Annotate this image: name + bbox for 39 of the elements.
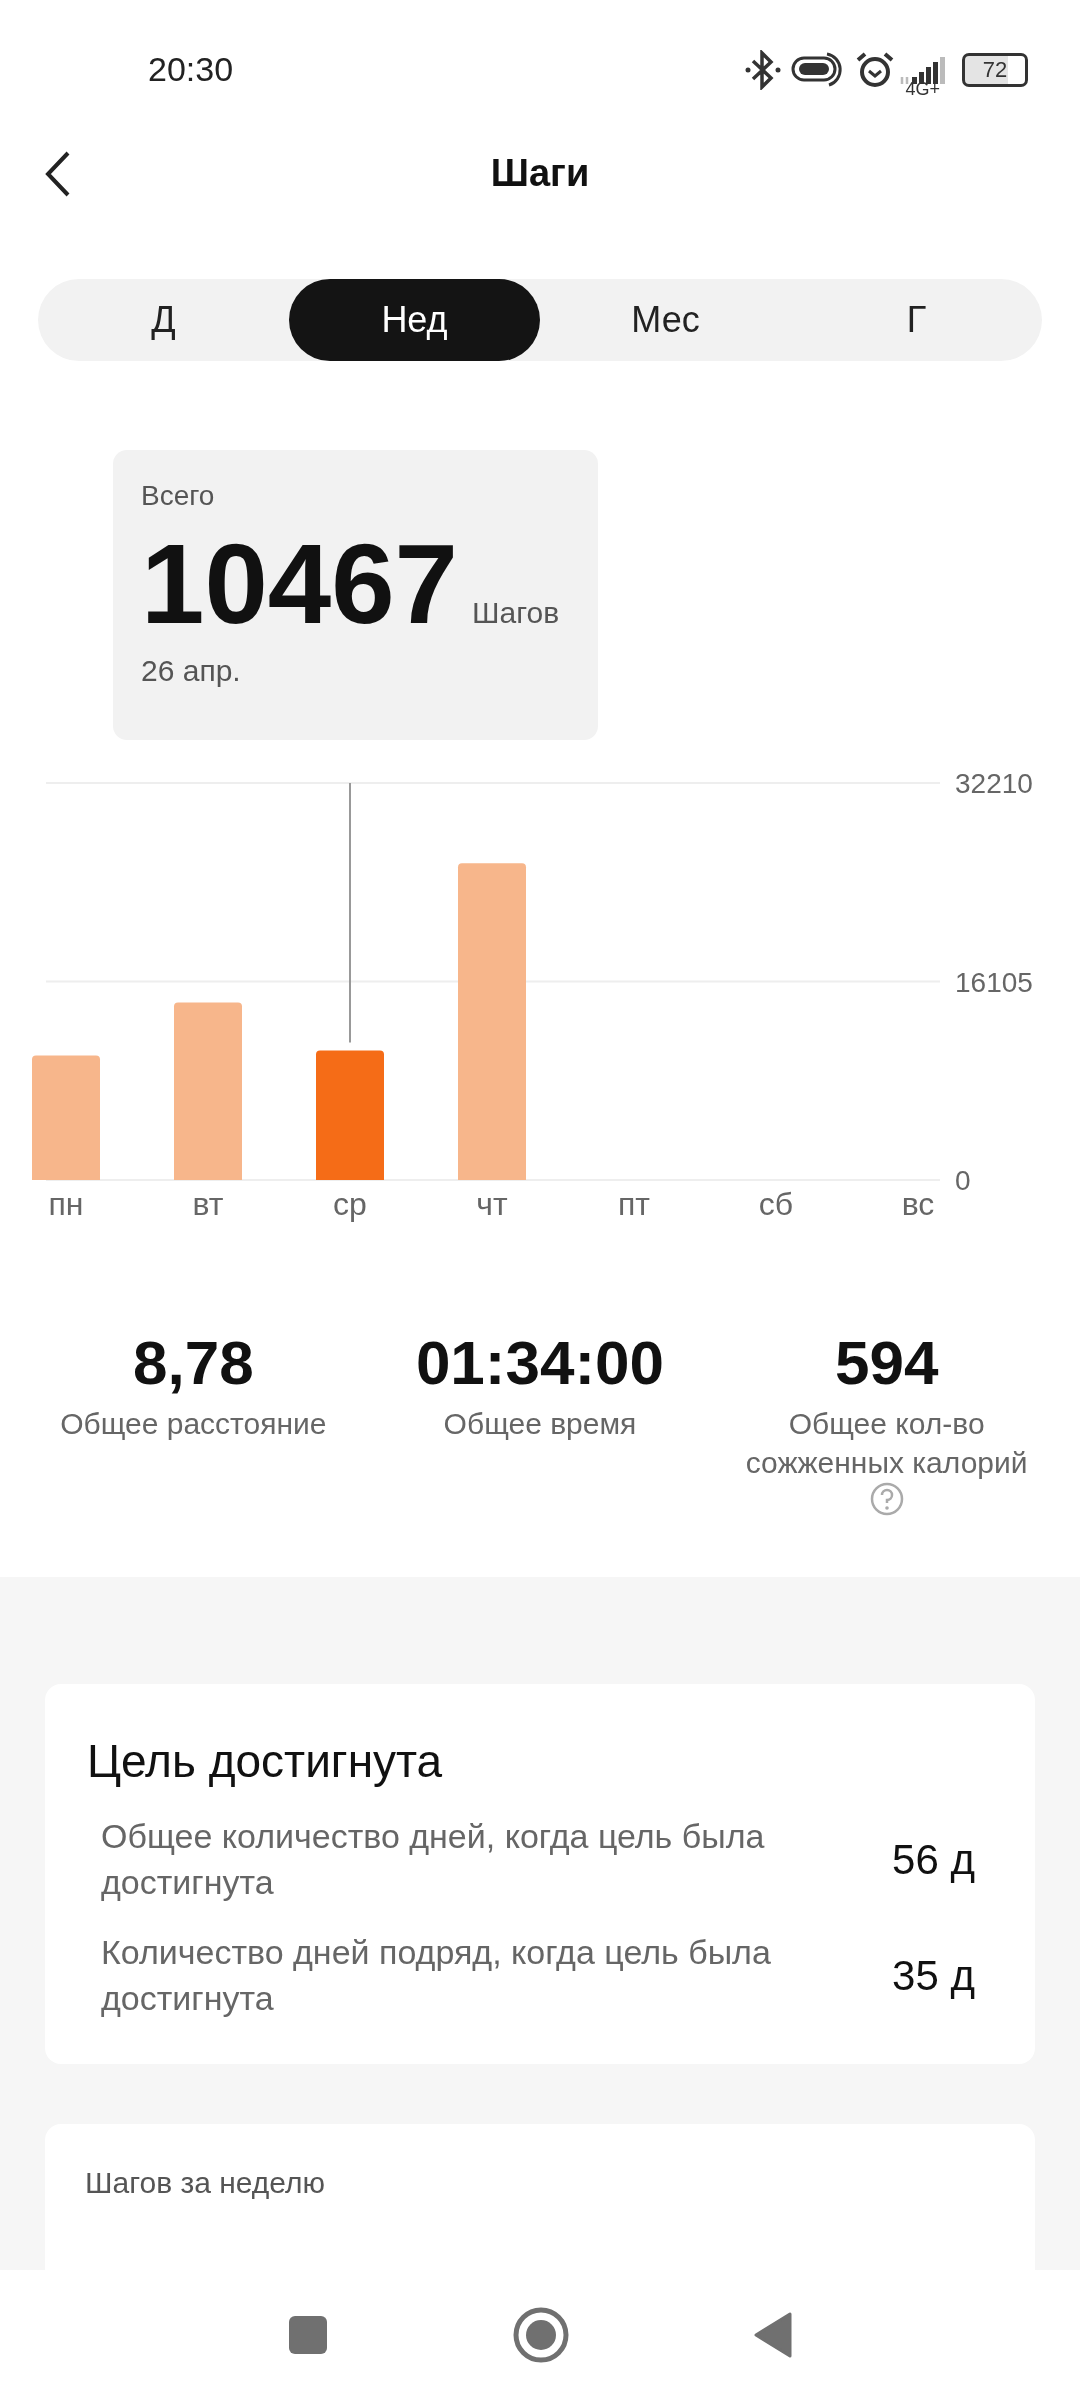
axis-tick-label: 32210 xyxy=(955,767,1033,799)
stat-value: 01:34:00 xyxy=(415,1326,665,1398)
step-unit: Шагов xyxy=(472,596,560,631)
status-time: 20:30 xyxy=(148,50,234,90)
day-label: ср xyxy=(333,1185,367,1222)
goal-value: 56 д xyxy=(892,1836,975,1885)
tooltip-date: 26 апр. xyxy=(141,653,242,688)
card-title: Цель достигнута xyxy=(87,1734,444,1789)
day-label: пн xyxy=(48,1185,84,1222)
goal-value: 35 д xyxy=(892,1952,975,2001)
battery-indicator: 72 xyxy=(962,52,1028,87)
axis-tick-label: 0 xyxy=(955,1164,971,1196)
day-label: вт xyxy=(192,1185,224,1222)
day-label: сб xyxy=(758,1185,794,1222)
day-label: чт xyxy=(476,1185,508,1222)
goal-label: Количество дней подряд, когда цель была достигнута xyxy=(101,1932,772,2020)
axis-tick-label: 16105 xyxy=(955,966,1033,998)
stat-value: 594 xyxy=(834,1326,939,1398)
stat-label: Общее кол-во сожженных калорий xyxy=(744,1405,1029,1481)
home-icon[interactable] xyxy=(513,2307,569,2363)
page-title: Шаги xyxy=(490,152,590,196)
day-label: вс xyxy=(901,1185,935,1222)
recents-icon[interactable] xyxy=(288,2315,328,2355)
back-icon[interactable] xyxy=(45,151,71,198)
period-tab[interactable]: Г xyxy=(791,278,1042,362)
back-nav-icon[interactable] xyxy=(754,2312,792,2358)
stat-value: 8,78 xyxy=(133,1326,254,1398)
card-title: Шагов за неделю xyxy=(85,2166,326,2200)
period-tab[interactable]: Нед xyxy=(289,278,540,362)
stat-label: Общее время xyxy=(443,1405,637,1442)
step-total: 10467 xyxy=(141,524,458,644)
help-icon[interactable] xyxy=(869,1481,904,1516)
goal-label: Общее количество дней, когда цель была достигнута xyxy=(101,1816,766,1904)
tooltip-label: Всего xyxy=(141,480,216,513)
day-label: пт xyxy=(618,1185,650,1222)
period-tab[interactable]: Мес xyxy=(540,278,791,362)
stat-label: Общее расстояние xyxy=(60,1405,327,1442)
period-tab[interactable]: Д xyxy=(38,278,289,362)
bluetooth-icon xyxy=(745,49,782,90)
